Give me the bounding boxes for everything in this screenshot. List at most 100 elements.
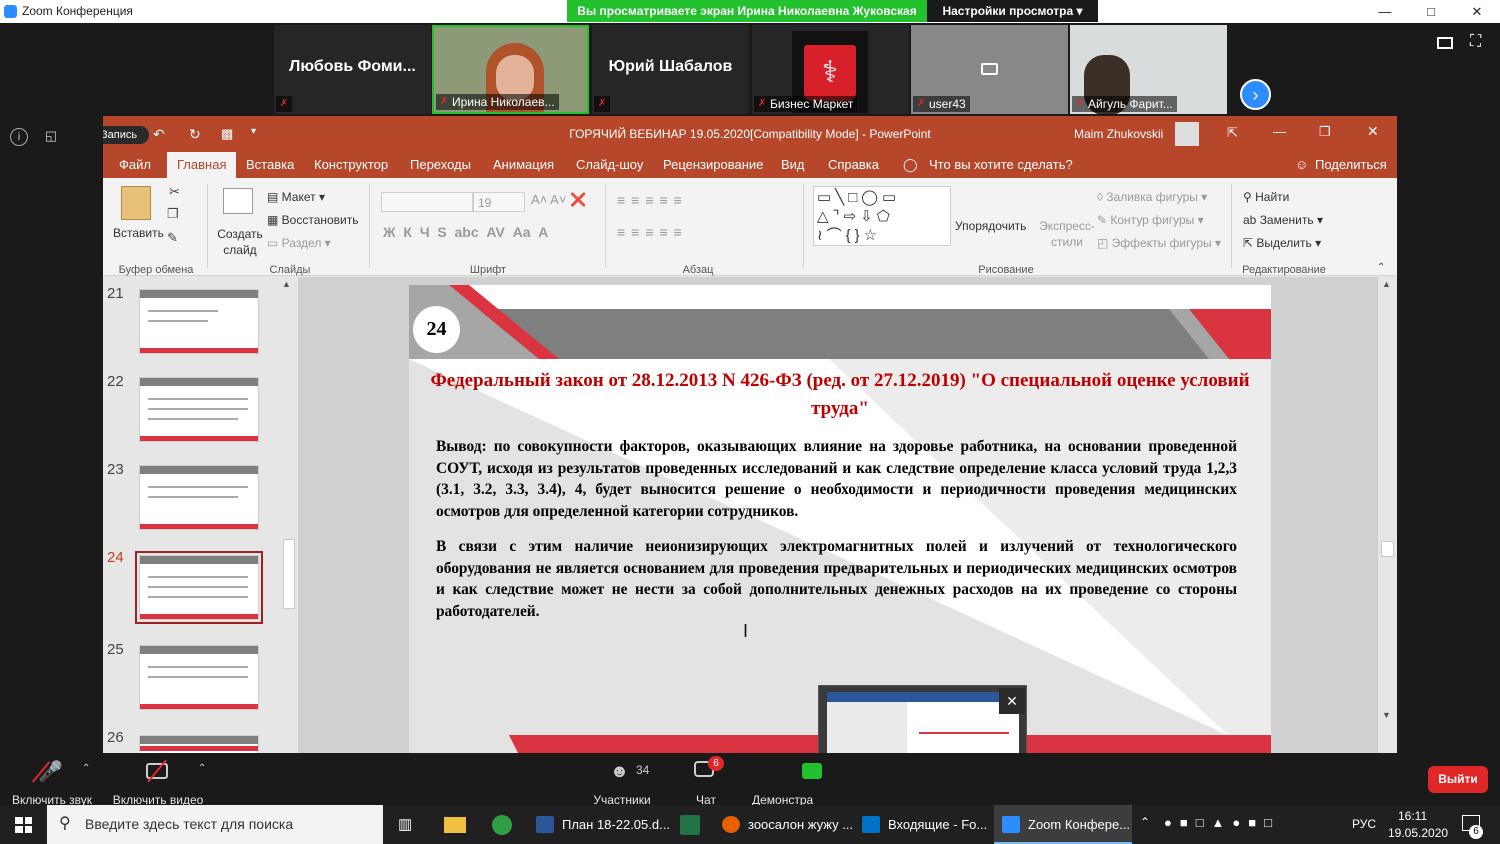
new-slide-icon[interactable]: [223, 188, 253, 214]
layout-button[interactable]: ▤ Макет ▾: [267, 190, 325, 204]
align-icons[interactable]: ≡≡≡≡≡: [617, 224, 688, 240]
slide-thumbnail[interactable]: [139, 377, 259, 442]
participants-icon[interactable]: ☻: [610, 761, 629, 782]
group-font: Шрифт: [469, 264, 507, 276]
restore-icon[interactable]: ❐: [1319, 124, 1331, 140]
audio-options-icon[interactable]: ⌃: [82, 763, 90, 774]
task-view-icon[interactable]: ▥: [398, 815, 412, 833]
close-icon[interactable]: ✕: [1367, 123, 1379, 140]
tab-slideshow[interactable]: Слайд-шоу: [566, 152, 653, 178]
next-page-button[interactable]: ›: [1240, 79, 1271, 110]
taskbar-app-outlook[interactable]: Входящие - Fo...: [854, 805, 992, 844]
slide-thumbnail[interactable]: [139, 735, 259, 753]
tray-icons[interactable]: ●■□▲●■□: [1164, 815, 1280, 830]
video-options-icon[interactable]: ⌃: [198, 763, 206, 774]
copy-icon[interactable]: ❐: [167, 206, 179, 222]
slide-thumbnail[interactable]: [139, 645, 259, 710]
info-icon[interactable]: i: [10, 128, 28, 146]
tell-me-search[interactable]: ◯ Что вы хотите сделать?: [903, 152, 1083, 178]
replace-button[interactable]: ab Заменить ▾: [1243, 213, 1323, 227]
view-options-button[interactable]: Настройки просмотра ▾: [927, 0, 1098, 22]
lightbulb-icon: ◯: [903, 157, 918, 172]
participant-tile[interactable]: Юрий Шабалов ✗: [592, 25, 749, 114]
windows-start-icon[interactable]: [15, 817, 32, 833]
pen-icon: ✎: [1097, 213, 1111, 227]
tab-review[interactable]: Рецензирование: [653, 152, 773, 178]
leave-button[interactable]: Выйти: [1428, 766, 1488, 793]
slide-canvas[interactable]: 24 Федеральный закон от 28.12.2013 N 426…: [409, 285, 1271, 753]
avatar[interactable]: [1175, 122, 1199, 146]
section-button[interactable]: ▭ Раздел ▾: [267, 236, 331, 250]
shapes-gallery[interactable]: ▭╲□◯▭ △⌝⇨⇩⬠ ≀⌒{}☆: [813, 186, 951, 246]
paste-icon[interactable]: [121, 186, 151, 220]
thumb-number: 26: [107, 729, 124, 746]
taskbar-app-word[interactable]: План 18-22.05.d...: [528, 805, 670, 844]
slide-scrollbar[interactable]: ▲ ▼: [1378, 277, 1397, 753]
taskbar-app-firefox[interactable]: зоосалон жужу ...: [714, 805, 853, 844]
tray-chevron-icon[interactable]: ⌃: [1140, 815, 1150, 829]
fullscreen-icon[interactable]: ⛶: [1470, 33, 1481, 51]
participant-tile-active[interactable]: ✗ Ирина Николаев...: [432, 25, 589, 114]
close-preview-icon[interactable]: ✕: [999, 688, 1025, 714]
slide-paragraph[interactable]: Вывод: по совокупности факторов, оказыва…: [436, 436, 1237, 522]
slide-thumbnail[interactable]: [139, 289, 259, 354]
bold-italic-underline-icons[interactable]: Ж К Ч S abc AV Aa A: [383, 224, 548, 240]
participant-label: ✗ Ирина Николаев...: [436, 94, 559, 110]
quick-styles-button[interactable]: Экспресс-стили: [1039, 218, 1095, 250]
zoom-controls-bar: 🎤 ⌃ Включить звук ⌃ Включить видео ☻ 34 …: [0, 753, 1500, 807]
tab-view[interactable]: Вид: [771, 152, 815, 178]
language-indicator[interactable]: РУС: [1352, 817, 1376, 831]
shape-fill-button[interactable]: ◊ Заливка фигуры ▾: [1097, 190, 1207, 204]
tab-insert[interactable]: Вставка: [236, 152, 304, 178]
participant-label: ✗: [276, 96, 292, 112]
format-painter-icon[interactable]: ✎: [167, 230, 178, 246]
collapse-ribbon-icon[interactable]: ⌃: [1377, 262, 1385, 273]
font-size-select[interactable]: 19: [473, 192, 525, 212]
shape-effects-button[interactable]: ◰ Эффекты фигуры ▾: [1097, 236, 1221, 250]
slide-thumbnail-current[interactable]: [135, 551, 263, 624]
shield-icon[interactable]: ◱: [42, 128, 60, 146]
excel-icon[interactable]: [680, 815, 700, 835]
participant-tile[interactable]: ✗ Айгуль Фарит...: [1070, 25, 1227, 114]
tab-file[interactable]: Файл: [109, 152, 161, 178]
maximize-icon[interactable]: □: [1408, 0, 1454, 23]
group-slides: Слайды: [269, 264, 311, 276]
share-screen-icon[interactable]: [802, 763, 822, 779]
powerpoint-window: Запись ↶ ↻ ▩ ▾ ГОРЯЧИЙ ВЕБИНАР 19.05.202…: [103, 116, 1397, 753]
taskbar-search[interactable]: ⚲ Введите здесь текст для поиска: [47, 805, 383, 844]
clock-time[interactable]: 16:11: [1398, 809, 1427, 823]
minimize-icon[interactable]: —: [1362, 0, 1408, 23]
select-button[interactable]: ⇱ Выделить ▾: [1243, 236, 1321, 250]
clock-date[interactable]: 19.05.2020: [1388, 826, 1448, 840]
arrange-button[interactable]: Упорядочить: [955, 218, 1033, 234]
gallery-layout-icon[interactable]: [1437, 37, 1453, 49]
participant-tile[interactable]: ✗ user43: [911, 25, 1068, 114]
find-button[interactable]: ⚲ Найти: [1243, 190, 1289, 204]
ribbon-options-icon[interactable]: ⇱: [1227, 125, 1238, 141]
paste-button[interactable]: Вставить: [113, 226, 164, 240]
tab-transitions[interactable]: Переходы: [400, 152, 481, 178]
list-icons[interactable]: ≡≡≡≡≡: [617, 192, 688, 208]
close-icon[interactable]: ✕: [1454, 0, 1500, 23]
tab-home[interactable]: Главная: [167, 152, 237, 178]
minimize-icon[interactable]: —: [1273, 124, 1286, 139]
grow-font-icon[interactable]: A˄ A˅ ❌: [531, 192, 586, 208]
new-slide-button[interactable]: Создать слайд: [215, 226, 265, 258]
taskbar-app-zoom[interactable]: Zoom Конфере...: [994, 805, 1132, 844]
tab-animations[interactable]: Анимация: [483, 152, 564, 178]
reset-button[interactable]: ▦ Восстановить: [267, 213, 359, 227]
font-family-select[interactable]: [381, 192, 473, 212]
cut-icon[interactable]: ✂: [169, 184, 180, 200]
participant-tile[interactable]: ⚕ ✗ Бизнес Маркет: [752, 25, 909, 114]
slide-thumbnail[interactable]: [139, 465, 259, 530]
tab-help[interactable]: Справка: [818, 152, 889, 178]
tab-design[interactable]: Конструктор: [304, 152, 398, 178]
slide-title[interactable]: Федеральный закон от 28.12.2013 N 426-ФЗ…: [429, 367, 1251, 423]
share-button[interactable]: ☺ Поделиться: [1287, 152, 1397, 178]
slide-paragraph[interactable]: В связи с этим наличие неионизирующих эл…: [436, 536, 1237, 622]
shape-outline-button[interactable]: ✎ Контур фигуры ▾: [1097, 213, 1204, 227]
thumbnails-scrollbar[interactable]: ▲: [280, 277, 298, 753]
chrome-icon[interactable]: [492, 815, 512, 835]
file-explorer-icon[interactable]: [444, 817, 466, 833]
participant-tile[interactable]: Любовь Фоми... ✗: [274, 25, 431, 114]
